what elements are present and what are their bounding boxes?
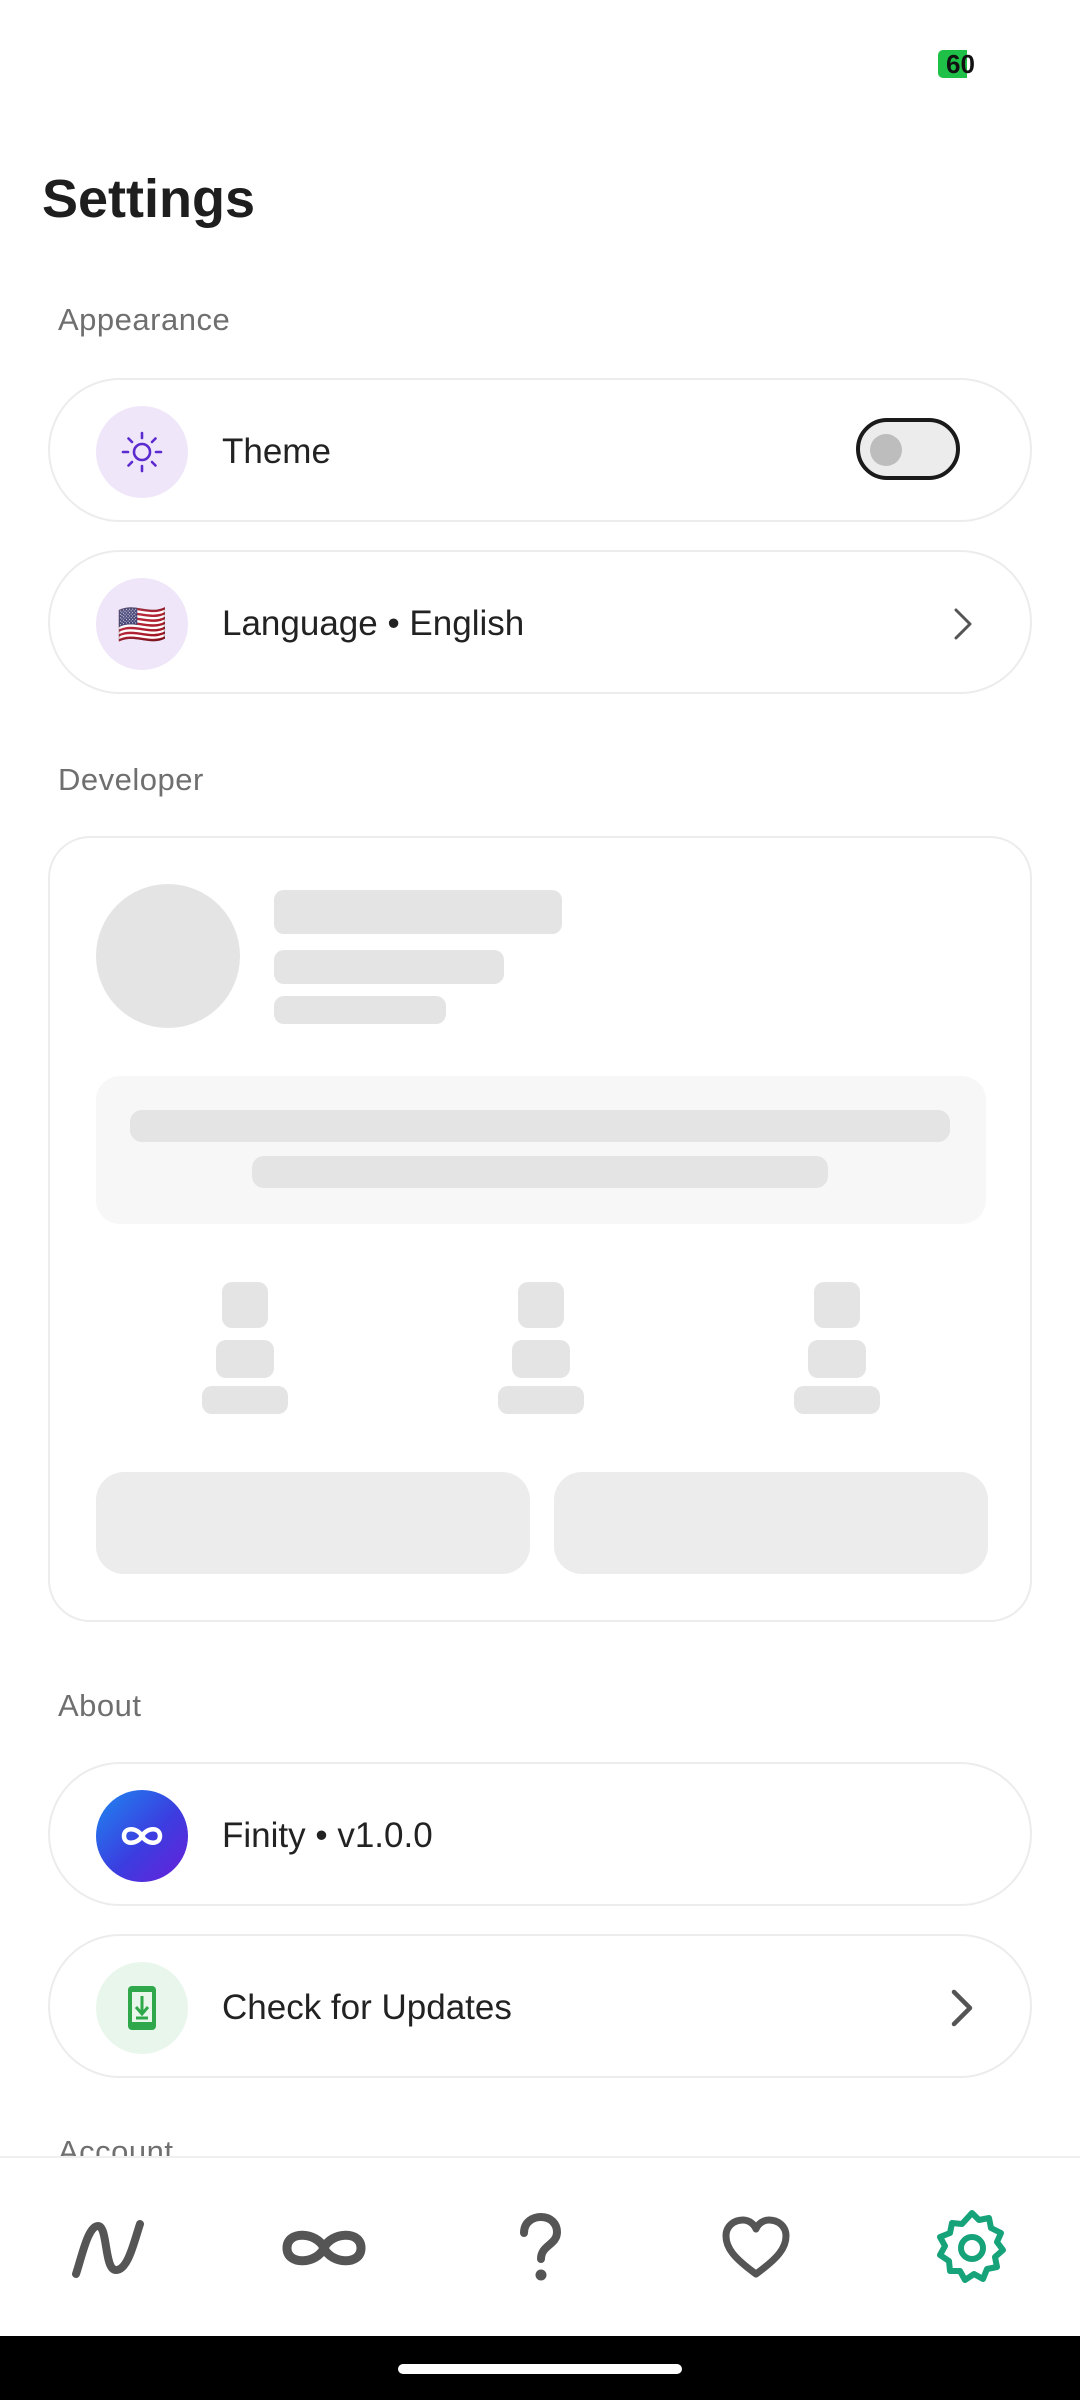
battery-level-text: 60 <box>946 49 975 79</box>
skeleton-stat-label <box>498 1386 584 1414</box>
section-label-about: About <box>58 1688 142 1723</box>
theme-label: Theme <box>222 432 331 471</box>
bottom-navigation <box>0 2156 1080 2338</box>
chevron-right-icon <box>954 608 972 640</box>
battery-icon: 60 <box>938 50 986 78</box>
developer-card-loading <box>48 836 1032 1622</box>
skeleton-avatar <box>96 884 240 1028</box>
about-label: Finity • v1.0.0 <box>222 1816 433 1855</box>
skeleton-stat-label <box>202 1386 288 1414</box>
language-row[interactable]: 🇺🇸 Language • English <box>48 550 1032 694</box>
sun-icon <box>96 406 188 498</box>
nav-item-settings[interactable] <box>864 2158 1080 2338</box>
nav-item-heart[interactable] <box>648 2158 864 2338</box>
check-updates-label: Check for Updates <box>222 1988 512 2027</box>
skeleton-stat-icon <box>518 1282 564 1328</box>
download-phone-icon <box>96 1962 188 2054</box>
chevron-right-icon <box>951 1989 973 2027</box>
home-indicator[interactable] <box>398 2364 682 2374</box>
section-label-appearance: Appearance <box>58 302 231 337</box>
heart-icon <box>722 2216 790 2278</box>
theme-toggle[interactable] <box>856 418 960 480</box>
check-updates-row[interactable]: Check for Updates <box>48 1934 1032 2078</box>
wave-icon <box>72 2220 144 2278</box>
settings-gear-icon <box>937 2210 1006 2283</box>
skeleton-button <box>96 1472 530 1574</box>
skeleton-stat-value <box>512 1340 570 1378</box>
question-icon <box>520 2213 562 2281</box>
skeleton-caption <box>274 996 446 1024</box>
about-row: Finity • v1.0.0 <box>48 1762 1032 1906</box>
skeleton-bio-line <box>130 1110 950 1142</box>
status-bar: 60 <box>0 0 1080 120</box>
nav-item-question[interactable] <box>432 2158 648 2338</box>
nav-item-wave[interactable] <box>0 2158 216 2338</box>
system-gesture-bar <box>0 2336 1080 2400</box>
toggle-knob <box>870 434 902 466</box>
language-label: Language • English <box>222 604 525 643</box>
skeleton-bio-box <box>96 1076 986 1224</box>
section-label-developer: Developer <box>58 762 204 797</box>
page-title: Settings <box>42 169 256 229</box>
skeleton-stat-icon <box>814 1282 860 1328</box>
theme-row: Theme <box>48 378 1032 522</box>
skeleton-button <box>554 1472 988 1574</box>
infinity-logo-icon <box>96 1790 188 1882</box>
nav-item-infinity[interactable] <box>216 2158 432 2338</box>
skeleton-stat-label <box>794 1386 880 1414</box>
skeleton-stat-icon <box>222 1282 268 1328</box>
skeleton-stat-value <box>808 1340 866 1378</box>
skeleton-bio-line <box>252 1156 828 1188</box>
us-flag-icon: 🇺🇸 <box>96 578 188 670</box>
skeleton-name <box>274 890 562 934</box>
skeleton-stat-value <box>216 1340 274 1378</box>
infinity-icon <box>282 2230 366 2266</box>
skeleton-subtitle <box>274 950 504 984</box>
